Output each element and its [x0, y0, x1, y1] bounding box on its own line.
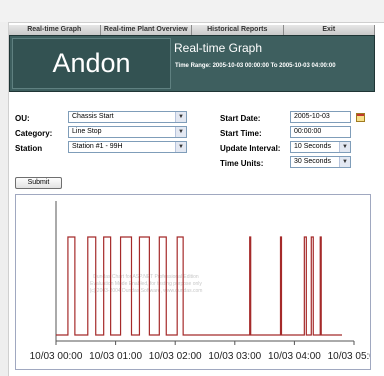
calendar-icon[interactable] — [356, 113, 365, 122]
chart-watermark: Dundas Chart for ASP.NET Professional Ed… — [90, 274, 203, 294]
x-tick-label: 10/03 02:00 — [149, 351, 202, 362]
nav-exit[interactable]: Exit — [283, 25, 375, 35]
chart-svg: Dundas Chart for ASP.NET Professional Ed… — [30, 201, 381, 362]
update-interval-value: 10 Seconds — [294, 143, 331, 150]
station-select-value: Station #1 - 99H — [72, 143, 123, 150]
category-select[interactable]: Line Stop ▼ — [68, 126, 187, 138]
andon-logo: Andon — [12, 38, 171, 89]
chevron-down-icon[interactable]: ▼ — [175, 112, 186, 122]
browser-top-strip — [0, 0, 384, 22]
station-select[interactable]: Station #1 - 99H ▼ — [68, 141, 187, 153]
nav-historical-reports[interactable]: Historical Reports — [192, 25, 284, 35]
chevron-down-icon[interactable]: ▼ — [175, 142, 186, 152]
x-tick-label: 10/03 03:00 — [208, 351, 261, 362]
x-tick-label: 10/03 00:00 — [30, 351, 83, 362]
andon-chart: Dundas Chart for ASP.NET Professional Ed… — [15, 194, 381, 370]
top-nav: Real-time Graph Real-time Plant Overview… — [9, 25, 375, 35]
page-title: Real-time Graph — [174, 41, 263, 55]
time-units-label: Time Units: — [220, 159, 264, 168]
x-axis-ticks: 10/03 00:00 10/03 01:00 10/03 02:00 10/03 0… — [30, 341, 381, 362]
time-range-text: Time Range: 2005-10-03 00:00:00 To 2005-… — [175, 63, 336, 69]
x-tick-label: 10/03 01:00 — [89, 351, 142, 362]
ou-select[interactable]: Chassis Start ▼ — [68, 111, 187, 123]
watermark-line: (c) 2003-2004 Dundas Software, www.dunda… — [90, 288, 203, 294]
header-banner: Andon Real-time Graph Time Range: 2005-1… — [9, 35, 375, 92]
x-tick-label: 10/03 05:00 — [328, 351, 370, 362]
category-select-value: Line Stop — [72, 128, 102, 135]
chevron-down-icon[interactable]: ▼ — [175, 127, 186, 137]
chevron-down-icon[interactable]: ▼ — [339, 142, 350, 152]
category-label: Category: — [15, 129, 53, 138]
station-label: Station — [15, 144, 43, 153]
nav-realtime-plant-overview[interactable]: Real-time Plant Overview — [100, 25, 192, 35]
start-time-label: Start Time: — [220, 129, 262, 138]
update-interval-select[interactable]: 10 Seconds ▼ — [290, 141, 351, 153]
nav-realtime-graph[interactable]: Real-time Graph — [9, 25, 101, 35]
time-units-select[interactable]: 30 Seconds ▼ — [290, 156, 351, 168]
start-date-input[interactable]: 2005-10-03 — [290, 111, 351, 123]
start-date-label: Start Date: — [220, 114, 261, 123]
watermark-line: Evaluation Mode Enabled, for testing pur… — [90, 281, 202, 287]
submit-button[interactable]: Submit — [15, 177, 62, 189]
ou-select-value: Chassis Start — [72, 113, 114, 120]
ou-label: OU: — [15, 114, 30, 123]
update-interval-label: Update Interval: — [220, 144, 281, 153]
x-tick-label: 10/03 04:00 — [268, 351, 321, 362]
chevron-down-icon[interactable]: ▼ — [339, 157, 350, 167]
start-time-input[interactable]: 00:00:00 — [290, 126, 351, 138]
time-units-value: 30 Seconds — [294, 158, 331, 165]
